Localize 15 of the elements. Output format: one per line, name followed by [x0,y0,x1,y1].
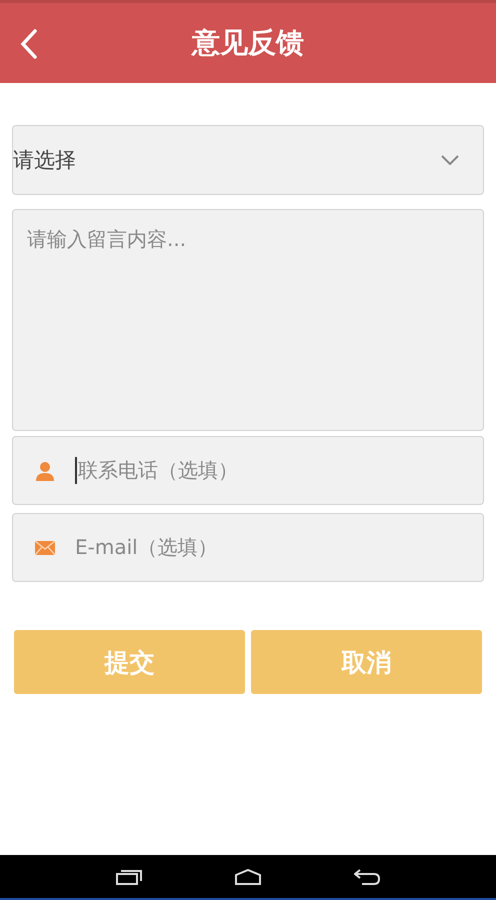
phone-field[interactable]: 联系电话（选填） [12,436,484,505]
category-dropdown[interactable]: 请选择 [12,125,484,195]
back-icon[interactable] [354,868,380,884]
page-title: 意见反馈 [192,25,304,61]
submit-button[interactable]: 提交 [14,630,245,694]
home-icon[interactable] [234,868,261,884]
person-icon [35,460,55,480]
message-field[interactable]: 请输入留言内容... [12,209,484,431]
envelope-icon [35,540,55,554]
phone-placeholder: 联系电话（选填） [75,457,238,484]
email-field[interactable]: E-mail（选填） [12,513,484,582]
recent-apps-icon[interactable] [116,868,142,884]
chevron-down-icon [441,155,459,165]
cancel-button[interactable]: 取消 [251,630,482,694]
email-placeholder: E-mail（选填） [75,534,218,561]
